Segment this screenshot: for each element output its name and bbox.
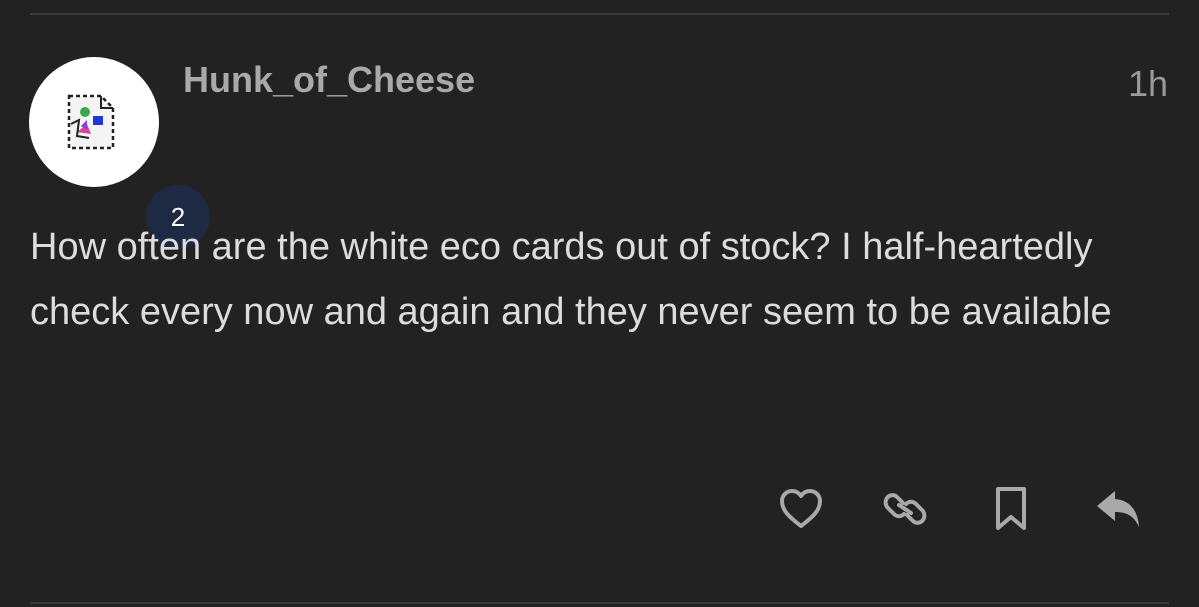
top-divider — [30, 13, 1169, 15]
reply-icon — [1097, 491, 1139, 527]
share-link-button[interactable] — [880, 484, 930, 534]
broken-image-icon — [67, 94, 115, 150]
bookmark-icon — [996, 487, 1026, 530]
bookmark-button[interactable] — [986, 484, 1036, 534]
post-actions — [0, 484, 1199, 534]
reply-button[interactable] — [1094, 484, 1144, 534]
post-body: How often are the white eco cards out of… — [30, 226, 1112, 333]
post-timestamp[interactable]: 1h — [1128, 62, 1168, 106]
username[interactable]: Hunk_of_Cheese — [183, 58, 475, 102]
link-icon — [883, 493, 927, 525]
like-button[interactable] — [776, 484, 826, 534]
avatar[interactable]: 2 — [29, 57, 210, 249]
heart-icon — [780, 489, 822, 528]
bottom-divider — [30, 602, 1169, 604]
